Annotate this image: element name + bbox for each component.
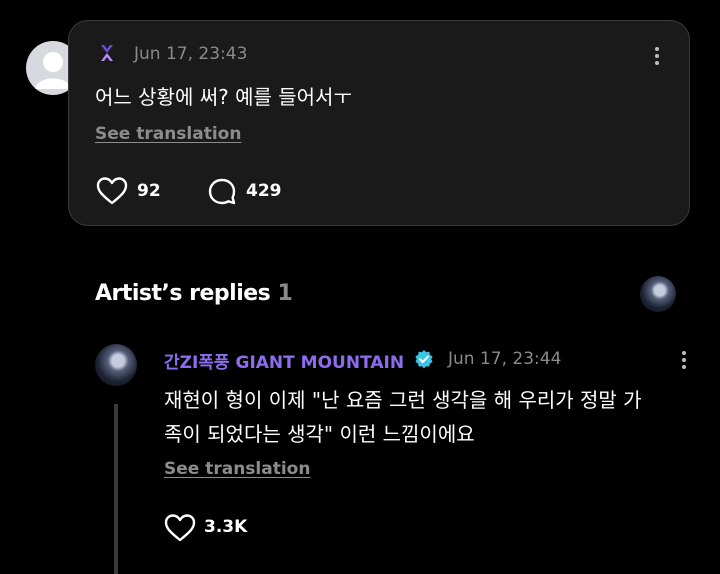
artist-replies-count: 1 [277,281,293,306]
reply-see-translation-link[interactable]: See translation [164,459,310,479]
reply-timestamp: Jun 17, 23:44 [448,349,562,369]
artist-name-korean: 간ZI폭풍 [164,353,230,373]
comment-timestamp: Jun 17, 23:43 [134,44,248,64]
reply-like-count: 3.3K [204,517,248,537]
artist-name[interactable]: 간ZI폭풍 GIANT MOUNTAIN [164,348,404,373]
reply-text-line1: 재현이 형이 이제 "난 요즘 그런 생각을 해 우리가 정말 가 [164,388,642,412]
reply-button[interactable] [207,177,237,207]
verified-icon [414,349,434,369]
thread-line [114,404,118,574]
comment-text: 어느 상황에 써? 예를 들어서ㅜ [95,85,352,109]
artist-name-english: GIANT MOUNTAIN [235,353,405,373]
reply-like-button[interactable] [164,513,196,543]
like-count: 92 [137,181,161,201]
comment-bubble-icon [208,178,236,205]
more-options-icon[interactable] [655,44,659,68]
reply-text-line2: 족이 되었다는 생각" 이런 느낌이에요 [164,422,475,446]
artist-avatar[interactable] [95,344,137,386]
artist-avatar-small[interactable] [640,276,676,312]
artist-replies-label: Artist’s replies [95,281,271,306]
reply-count: 429 [246,181,282,201]
heart-icon [96,177,128,205]
heart-icon [164,514,196,542]
see-translation-link[interactable]: See translation [95,124,241,144]
fan-badge-icon [97,43,117,63]
like-button[interactable] [96,176,128,206]
reply-more-options-icon[interactable] [682,348,686,372]
artist-replies-title: Artist’s replies 1 [95,281,293,306]
